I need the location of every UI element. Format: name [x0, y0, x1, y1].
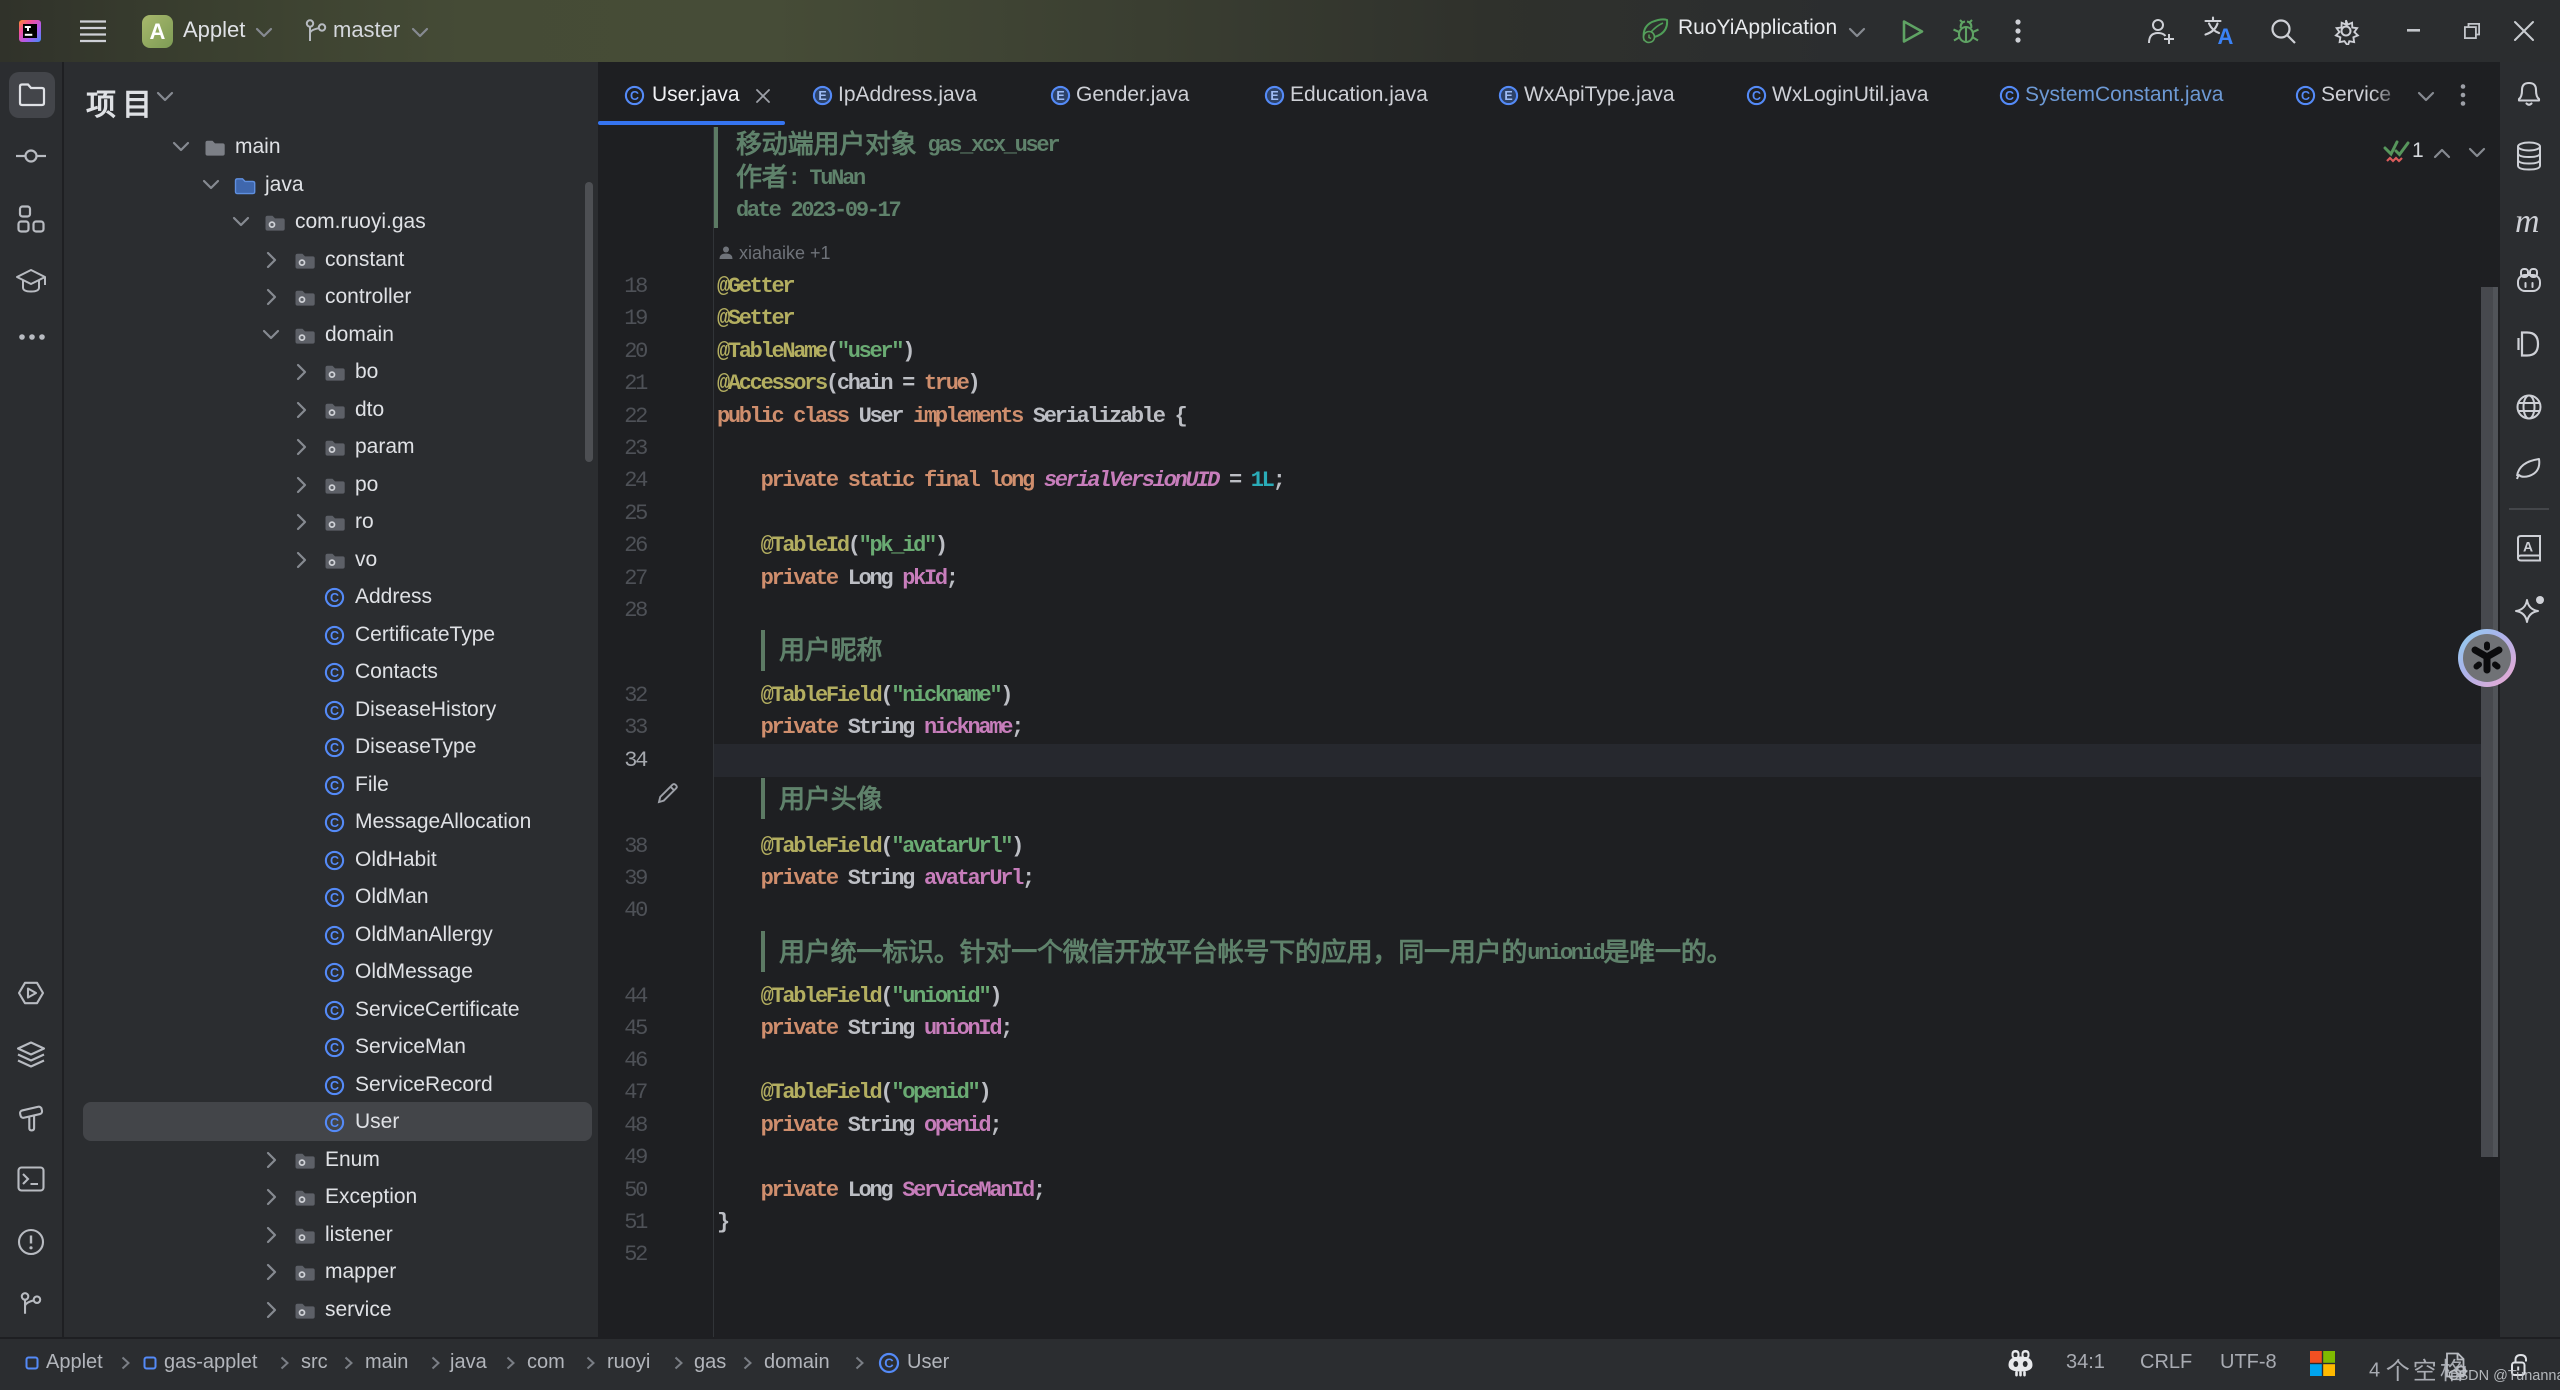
svg-text:A: A — [2218, 24, 2234, 46]
svg-text:A: A — [2523, 539, 2533, 555]
